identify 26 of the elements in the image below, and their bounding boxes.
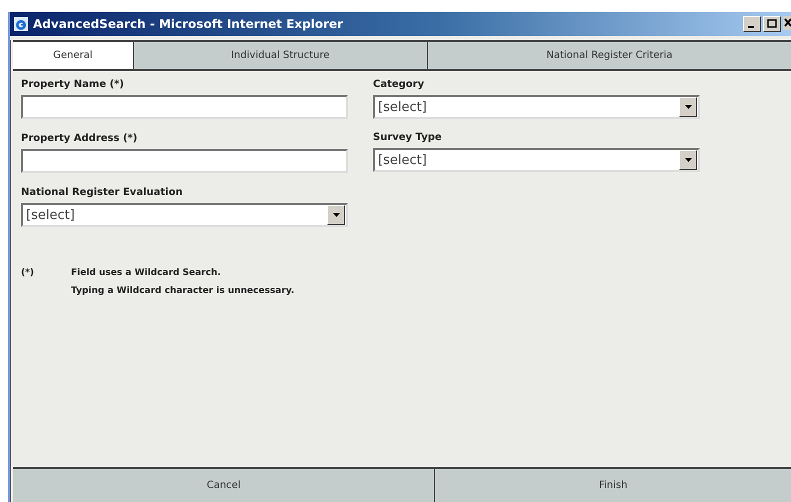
dropdown[interactable]: [select] <box>373 148 700 172</box>
field-label: Category <box>373 79 426 92</box>
caret-icon <box>684 105 692 109</box>
maximize-icon[interactable] <box>763 16 781 32</box>
cancel-button[interactable]: Cancel <box>13 469 434 502</box>
field-label: Survey Type <box>373 132 443 145</box>
tab[interactable]: National Register Criteria <box>426 42 791 69</box>
note-text: Typing a Wildcard character is unnecessary. <box>71 286 296 296</box>
window-title: AdvancedSearch - Microsoft Internet Explorer <box>33 17 344 31</box>
field-label: Property Name (*) <box>21 79 125 92</box>
close-icon[interactable] <box>783 16 791 30</box>
browser-icon <box>13 16 29 32</box>
field-label: Property Address (*) <box>21 133 138 146</box>
finish-button[interactable]: Finish <box>434 469 791 502</box>
minimize-icon[interactable] <box>743 16 761 32</box>
caret-icon <box>332 213 340 217</box>
field-label: National Register Evaluation <box>21 187 184 200</box>
dropdown[interactable]: [select] <box>373 95 700 119</box>
wildcard-marker: (*) <box>21 268 35 278</box>
tab[interactable]: Individual Structure <box>132 42 427 69</box>
dropdown[interactable]: [select] <box>21 203 348 227</box>
caret-icon <box>684 158 692 162</box>
note-text: Field uses a Wildcard Search. <box>71 268 222 278</box>
tab[interactable]: General <box>13 42 133 69</box>
text-field[interactable] <box>21 95 348 119</box>
text-field[interactable] <box>21 149 348 173</box>
